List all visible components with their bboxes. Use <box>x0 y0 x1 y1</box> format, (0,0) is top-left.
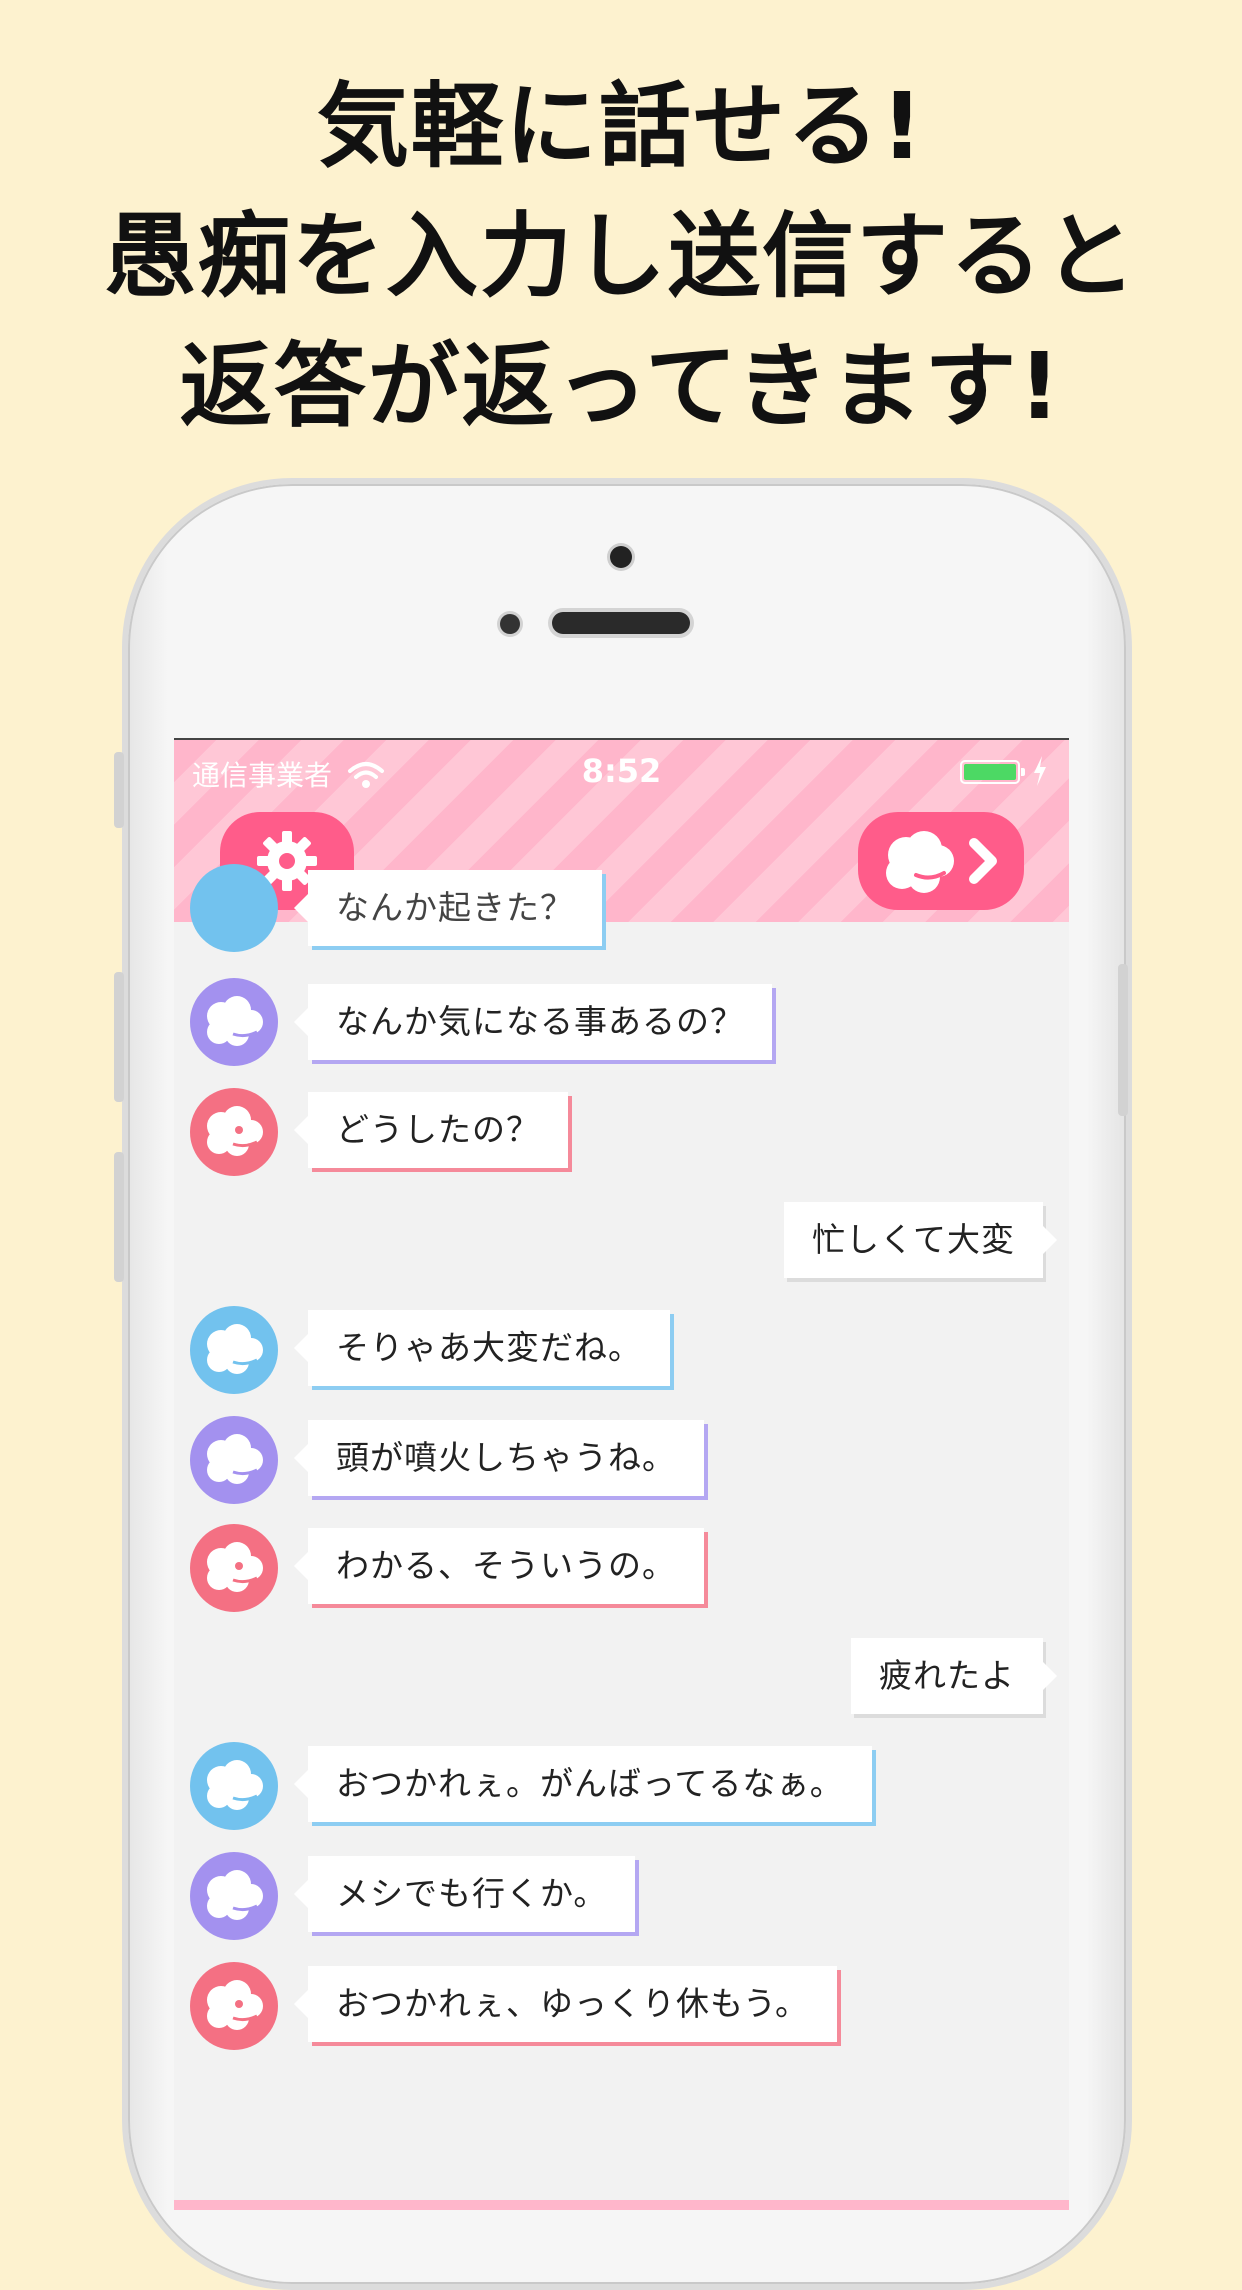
sheep-ribbon-icon <box>207 1106 263 1156</box>
avatar-purple-sheep <box>190 1416 278 1504</box>
sheep-ribbon-icon <box>207 1542 263 1592</box>
sheep-next-icon <box>886 831 997 893</box>
message-bubble-partial: なんか起きた？ <box>294 870 602 946</box>
front-camera <box>610 546 632 568</box>
charging-bolt-icon <box>1034 756 1046 786</box>
avatar-purple-sheep <box>190 978 278 1066</box>
message-bubble: 頭が噴火しちゃうね。 <box>294 1420 704 1496</box>
battery-fill <box>964 764 1016 780</box>
headline-line-1: 気軽に話せる! <box>317 73 925 180</box>
sheep-icon <box>207 996 263 1046</box>
message-bubble: おつかれぇ、ゆっくり休もう。 <box>293 1966 838 2042</box>
sheep-icon <box>207 1870 263 1920</box>
sheep-icon <box>207 1760 263 1810</box>
avatar-blue-sheep <box>190 1742 278 1830</box>
user-message-bubble: 忙しくて大変 <box>783 1202 1058 1278</box>
promo-headline: 気軽に話せる! 愚痴を入力し送信すると 返答が返ってきます! <box>0 62 1242 452</box>
app-screen: 通信事業者 8:52 なんか起きた？ なんか気になる事あるの？ どうしたの？ 忙… <box>174 738 1069 2210</box>
user-message-bubble: 疲れたよ <box>851 1638 1057 1714</box>
avatar-purple-sheep <box>190 1852 278 1940</box>
avatar-red-sheep <box>190 1088 278 1176</box>
phone-power-button <box>1118 964 1128 1116</box>
input-bar-edge <box>174 2200 1069 2210</box>
avatar-blue-sheep <box>190 1306 278 1394</box>
sheep-ribbon-icon <box>207 1980 263 2030</box>
message-bubble: そりゃあ大変だね。 <box>294 1310 670 1386</box>
phone-volume-down <box>114 1152 124 1282</box>
earpiece-speaker <box>552 612 690 634</box>
message-bubble: なんか気になる事あるの？ <box>294 984 772 1060</box>
chat-log[interactable]: なんか起きた？ なんか気になる事あるの？ どうしたの？ 忙しくて大変 そりゃあ大… <box>174 864 1069 2210</box>
proximity-sensor <box>500 614 520 634</box>
sheep-icon <box>207 1434 263 1484</box>
message-bubble: おつかれぇ。がんばってるなぁ。 <box>294 1746 872 1822</box>
status-time: 8:52 <box>581 752 662 790</box>
battery-icon <box>960 760 1025 784</box>
avatar-red-sheep <box>190 1524 278 1612</box>
phone-volume-up <box>114 972 124 1102</box>
next-character-button[interactable] <box>858 812 1024 910</box>
avatar-red-sheep <box>190 1962 278 2050</box>
message-bubble: わかる、そういうの。 <box>294 1528 704 1604</box>
headline-line-3: 返答が返ってきます! <box>179 333 1063 440</box>
message-bubble: メシでも行くか。 <box>293 1856 636 1932</box>
phone-mute-switch <box>114 752 124 828</box>
message-bubble: どうしたの？ <box>294 1092 568 1168</box>
avatar-blue-sheep <box>190 864 278 952</box>
sheep-icon <box>207 1324 263 1374</box>
headline-line-2: 愚痴を入力し送信すると <box>103 203 1138 310</box>
